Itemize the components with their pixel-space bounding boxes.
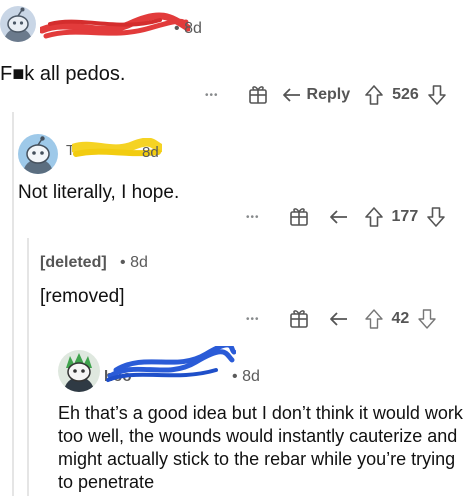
avatar[interactable] [18,134,58,174]
separator-dot: • [174,20,180,37]
reply-button[interactable] [328,309,350,329]
meta-suffix: • 8d [120,254,148,272]
comment-body: [removed] [40,286,125,307]
author-name: [deleted] [40,254,107,271]
user-avatar-icon [23,136,53,174]
vote-count: 526 [392,86,419,103]
thread-line-2[interactable] [27,238,29,496]
comment-actions: ••• 42 [246,308,437,330]
redaction-scribble [40,12,190,39]
vote-count: 177 [391,208,419,225]
upvote-icon[interactable] [364,84,384,106]
avatar[interactable] [0,6,36,42]
meta-suffix: • 8d [174,20,202,38]
reply-arrow-icon [328,207,350,227]
downvote-icon[interactable] [417,308,437,330]
meta-suffix: • 8d [232,368,260,386]
reply-button[interactable] [328,207,350,227]
reply-label: Reply [306,86,351,103]
award-icon[interactable] [288,308,310,330]
user-avatar-icon [4,7,32,42]
more-options-button[interactable]: ••• [246,212,260,223]
user-avatar-icon [64,353,94,392]
reply-arrow-icon [328,309,350,329]
upvote-icon[interactable] [364,206,384,228]
comment-body: F■k all pedos. [0,63,126,85]
comment-actions: ••• Reply 526 [205,84,447,106]
timestamp: 8d [242,368,260,385]
comment-body: Not literally, I hope. [18,182,180,203]
redaction-scribble [106,346,236,382]
comment-body: Eh that’s a good idea but I don’t think … [58,403,463,492]
downvote-icon[interactable] [427,84,447,106]
more-options-button[interactable]: ••• [246,314,260,325]
more-options-button[interactable]: ••• [205,90,219,101]
reply-button[interactable]: Reply [281,85,351,105]
award-icon[interactable] [288,206,310,228]
comment-actions: ••• 177 [246,206,446,228]
timestamp: 8d [142,144,159,161]
avatar[interactable] [58,350,100,392]
award-icon[interactable] [247,84,269,106]
separator-dot: • [120,254,126,271]
reply-arrow-icon [281,85,303,105]
upvote-icon[interactable] [364,308,384,330]
thread-line-1[interactable] [12,112,14,496]
separator-dot: • [232,368,238,385]
timestamp: 8d [130,254,148,271]
vote-count: 42 [391,310,410,327]
downvote-icon[interactable] [426,206,446,228]
timestamp: 8d [184,20,202,37]
